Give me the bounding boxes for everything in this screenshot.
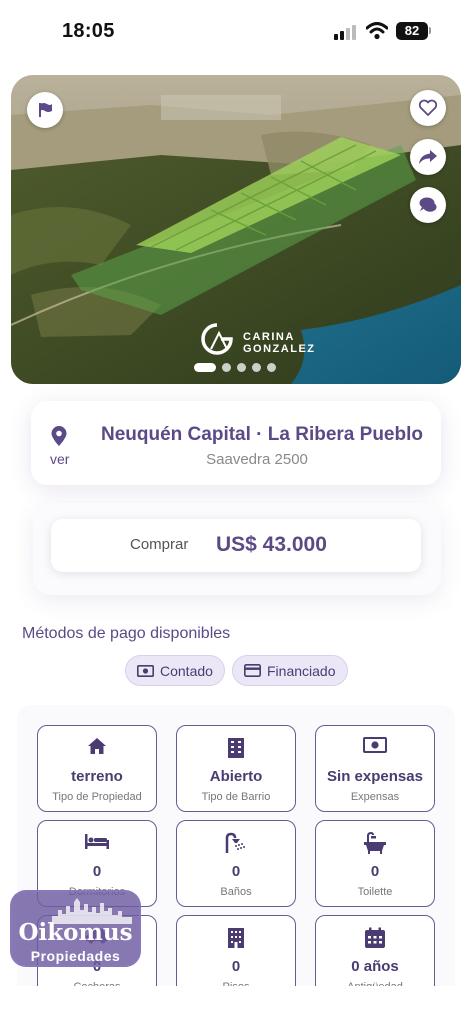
shower-icon bbox=[225, 832, 245, 853]
cash-icon bbox=[137, 664, 154, 677]
logo-name: Oikomus bbox=[18, 919, 133, 946]
feature-toilette: 0 Toilette bbox=[315, 820, 435, 907]
location-pin-icon[interactable] bbox=[50, 425, 68, 447]
home-icon bbox=[88, 738, 106, 754]
status-bar: 18:05 82 bbox=[0, 0, 472, 64]
comments-button[interactable] bbox=[410, 187, 446, 223]
share-icon bbox=[419, 150, 437, 164]
feature-neighborhood-type: Abierto Tipo de Barrio bbox=[176, 725, 296, 812]
brand-name: CARINA GONZALEZ bbox=[243, 331, 316, 355]
building-icon bbox=[228, 738, 244, 758]
price-amount: US$ 43.000 bbox=[216, 533, 327, 556]
bed-icon bbox=[85, 834, 109, 849]
property-image-carousel[interactable]: CARINA GONZALEZ bbox=[11, 75, 461, 384]
floors-icon bbox=[228, 928, 244, 948]
operation-type: Comprar bbox=[130, 536, 189, 553]
favorite-button[interactable] bbox=[410, 90, 446, 126]
share-button[interactable] bbox=[410, 139, 446, 175]
payment-chip-contado[interactable]: Contado bbox=[125, 655, 225, 686]
carousel-dot[interactable] bbox=[194, 362, 216, 372]
calendar-icon bbox=[365, 927, 385, 948]
credit-card-icon bbox=[244, 664, 261, 677]
location-title: Neuquén Capital · La Ribera Pueblo bbox=[101, 424, 423, 445]
payment-chip-financiado[interactable]: Financiado bbox=[232, 655, 348, 686]
payment-chip-label: Financiado bbox=[267, 662, 336, 679]
signal-icon bbox=[334, 24, 358, 40]
view-map-link[interactable]: ver bbox=[50, 451, 69, 467]
comments-icon bbox=[419, 197, 437, 212]
feature-bathrooms: 0 Baños bbox=[176, 820, 296, 907]
carousel-indicator[interactable] bbox=[194, 362, 276, 372]
oikomus-logo-badge[interactable]: Oikomus Propiedades bbox=[10, 890, 141, 967]
carousel-dot[interactable] bbox=[267, 362, 276, 372]
payment-chip-label: Contado bbox=[160, 662, 213, 679]
flag-button[interactable] bbox=[27, 92, 63, 128]
bottom-safe-area bbox=[0, 986, 472, 1024]
payment-methods-title: Métodos de pago disponibles bbox=[22, 625, 231, 642]
cash-icon bbox=[363, 737, 387, 753]
flag-icon bbox=[39, 103, 52, 117]
battery-cap bbox=[429, 27, 431, 34]
carousel-dot[interactable] bbox=[237, 362, 246, 372]
heart-icon bbox=[418, 99, 438, 116]
location-address: Saavedra 2500 bbox=[206, 451, 308, 468]
feature-property-type: terreno Tipo de Propiedad bbox=[37, 725, 157, 812]
status-time: 18:05 bbox=[62, 20, 115, 42]
carousel-dot[interactable] bbox=[222, 362, 231, 372]
battery-indicator: 82 bbox=[396, 22, 428, 40]
wifi-icon bbox=[366, 22, 388, 40]
feature-expenses: Sin expensas Expensas bbox=[315, 725, 435, 812]
carousel-dot[interactable] bbox=[252, 362, 261, 372]
bathtub-icon bbox=[364, 832, 386, 854]
logo-subtitle: Propiedades bbox=[30, 948, 121, 964]
